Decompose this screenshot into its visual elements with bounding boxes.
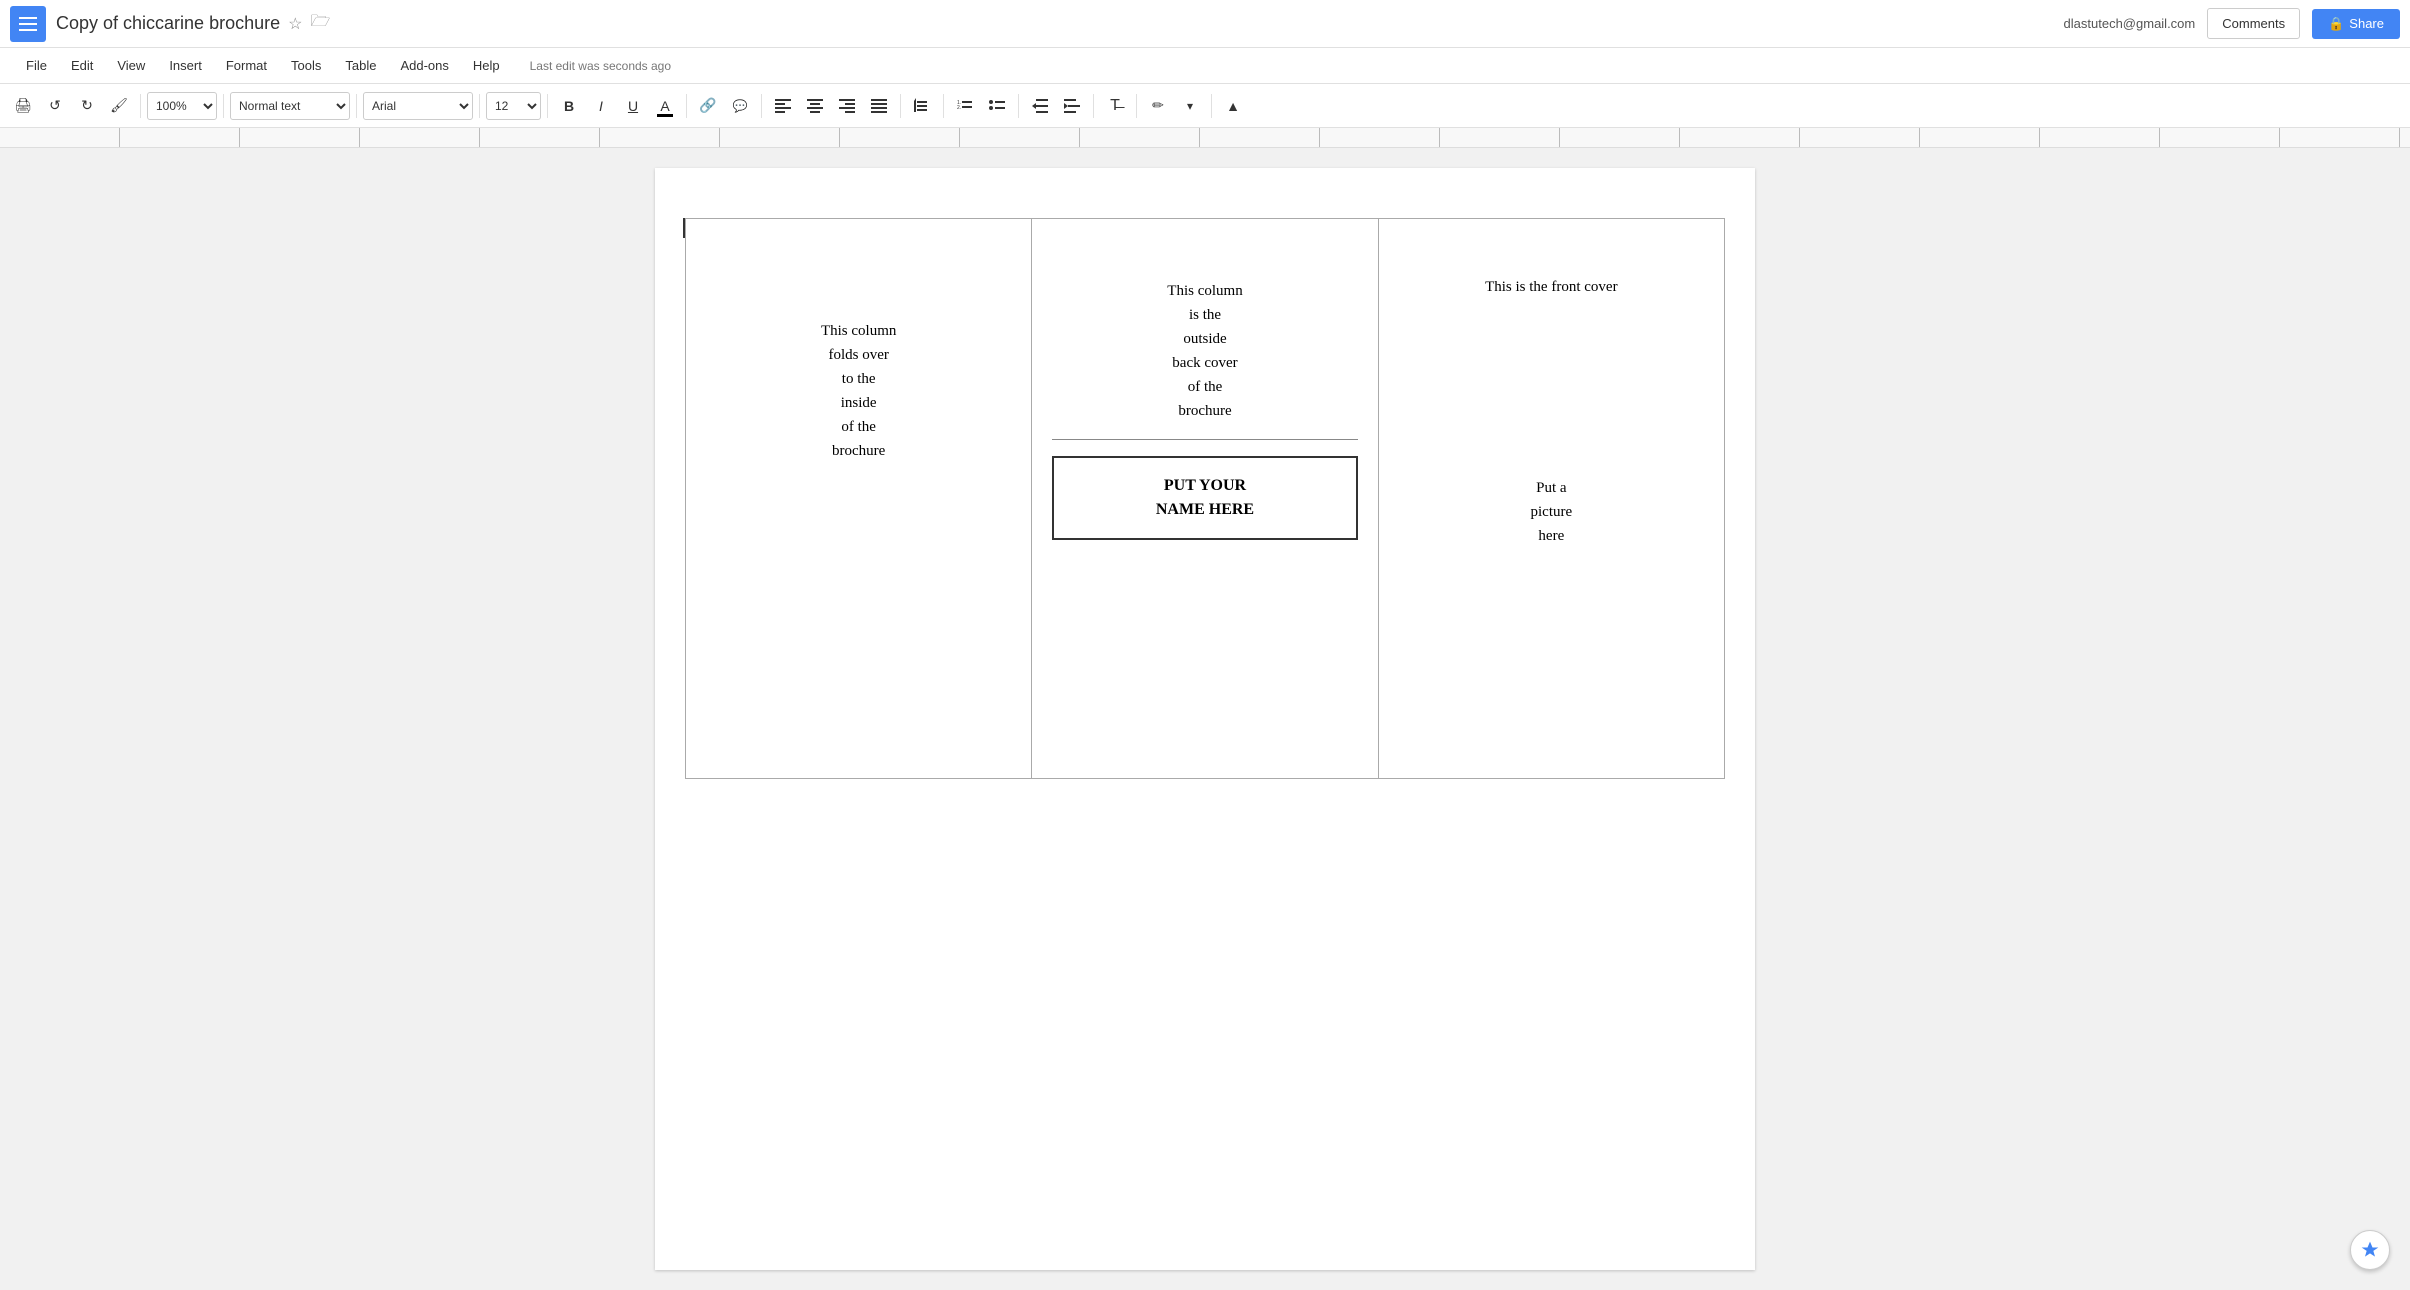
bullet-list-button[interactable] xyxy=(982,91,1012,121)
align-left-button[interactable] xyxy=(768,91,798,121)
ruler-markings xyxy=(0,128,2410,147)
col1-text: This columnfolds overto theinsideof theb… xyxy=(706,319,1011,463)
top-right-area: dlastutech@gmail.com Comments 🔒 Share xyxy=(2064,8,2400,39)
name-box-line1: PUT YOUR xyxy=(1164,477,1246,494)
doc-title-area: Copy of chiccarine brochure ☆ 🗁 xyxy=(56,10,2064,37)
toolbar-divider-6 xyxy=(686,94,687,118)
decrease-indent-button[interactable] xyxy=(1025,91,1055,121)
toolbar-divider-10 xyxy=(1018,94,1019,118)
bold-button[interactable]: B xyxy=(554,91,584,121)
menu-addons[interactable]: Add-ons xyxy=(390,54,458,77)
toolbar-divider-8 xyxy=(900,94,901,118)
top-bar: Copy of chiccarine brochure ☆ 🗁 dlastute… xyxy=(0,0,2410,48)
menu-file[interactable]: File xyxy=(16,54,57,77)
menu-insert[interactable]: Insert xyxy=(159,54,212,77)
brochure-col2[interactable]: This columnis theoutsideback coverof the… xyxy=(1032,219,1378,779)
redo-button[interactable]: ↻ xyxy=(72,91,102,121)
zoom-select[interactable]: 100% 75% 125% 150% xyxy=(147,92,217,120)
undo-button[interactable]: ↺ xyxy=(40,91,70,121)
menu-format[interactable]: Format xyxy=(216,54,277,77)
increase-indent-button[interactable] xyxy=(1057,91,1087,121)
numbered-list-button[interactable]: 1.2. xyxy=(950,91,980,121)
toolbar-divider-13 xyxy=(1211,94,1212,118)
name-box-line2: NAME HERE xyxy=(1156,501,1254,518)
app-menu-button[interactable] xyxy=(10,6,46,42)
underline-button[interactable]: U xyxy=(618,91,648,121)
ruler xyxy=(0,128,2410,148)
doc-title[interactable]: Copy of chiccarine brochure xyxy=(56,13,280,34)
document-area[interactable]: This columnfolds overto theinsideof theb… xyxy=(0,148,2410,1290)
brochure-col1[interactable]: This columnfolds overto theinsideof theb… xyxy=(686,219,1032,779)
svg-text:2.: 2. xyxy=(957,105,961,111)
share-label: Share xyxy=(2349,16,2384,31)
menu-view[interactable]: View xyxy=(107,54,155,77)
toolbar-divider-7 xyxy=(761,94,762,118)
italic-button[interactable]: I xyxy=(586,91,616,121)
brochure-row: This columnfolds overto theinsideof theb… xyxy=(686,219,1725,779)
font-color-indicator xyxy=(657,114,673,117)
col3-picture-text: Put apicturehere xyxy=(1399,476,1704,548)
menu-edit[interactable]: Edit xyxy=(61,54,103,77)
font-color-button[interactable]: A xyxy=(650,91,680,121)
align-justify-button[interactable] xyxy=(864,91,894,121)
menu-tools[interactable]: Tools xyxy=(281,54,331,77)
insert-link-button[interactable]: 🔗 xyxy=(693,91,723,121)
text-style-select[interactable]: Normal text Heading 1 Heading 2 Heading … xyxy=(230,92,350,120)
font-select[interactable]: Arial Times New Roman Georgia Verdana xyxy=(363,92,473,120)
paintformat-button[interactable]: 🖌 xyxy=(104,91,134,121)
document-page: This columnfolds overto theinsideof theb… xyxy=(655,168,1755,1270)
font-color-label: A xyxy=(660,98,669,114)
menu-help[interactable]: Help xyxy=(463,54,510,77)
line-spacing-button[interactable] xyxy=(907,91,937,121)
align-center-button[interactable] xyxy=(800,91,830,121)
toolbar-divider-9 xyxy=(943,94,944,118)
name-box[interactable]: PUT YOUR NAME HERE xyxy=(1052,456,1357,540)
share-lock-icon: 🔒 xyxy=(2328,16,2344,32)
brochure-table: This columnfolds overto theinsideof theb… xyxy=(685,218,1725,779)
last-edit-status: Last edit was seconds ago xyxy=(530,59,671,73)
toolbar-divider-3 xyxy=(356,94,357,118)
clear-formatting-button[interactable]: T̶ xyxy=(1100,91,1130,121)
comments-button[interactable]: Comments xyxy=(2207,8,2300,39)
font-size-select[interactable]: 12 8 10 14 18 24 xyxy=(486,92,541,120)
toolbar-divider-5 xyxy=(547,94,548,118)
share-button[interactable]: 🔒 Share xyxy=(2312,9,2400,39)
pencil-button[interactable]: ✏ xyxy=(1143,91,1173,121)
folder-icon[interactable]: 🗁 xyxy=(310,10,330,37)
collapse-toolbar-button[interactable]: ▲ xyxy=(1218,91,1248,121)
toolbar-divider-11 xyxy=(1093,94,1094,118)
col2-divider xyxy=(1052,439,1357,440)
print-button[interactable]: 🖨 xyxy=(8,91,38,121)
more-tools-button[interactable]: ▾ xyxy=(1175,91,1205,121)
user-email[interactable]: dlastutech@gmail.com xyxy=(2064,16,2196,31)
toolbar-divider-1 xyxy=(140,94,141,118)
toolbar-divider-4 xyxy=(479,94,480,118)
smart-compose-button[interactable] xyxy=(2350,1230,2390,1270)
menu-bar: File Edit View Insert Format Tools Table… xyxy=(0,48,2410,84)
star-icon[interactable]: ☆ xyxy=(288,14,302,34)
col2-top-text: This columnis theoutsideback coverof the… xyxy=(1052,279,1357,423)
align-right-button[interactable] xyxy=(832,91,862,121)
text-cursor xyxy=(683,218,685,238)
toolbar: 🖨 ↺ ↻ 🖌 100% 75% 125% 150% Normal text H… xyxy=(0,84,2410,128)
brochure-col3[interactable]: This is the front cover Put apicturehere xyxy=(1378,219,1724,779)
menu-table[interactable]: Table xyxy=(335,54,386,77)
toolbar-divider-2 xyxy=(223,94,224,118)
insert-comment-button[interactable]: 💬 xyxy=(725,91,755,121)
toolbar-divider-12 xyxy=(1136,94,1137,118)
col3-top-text: This is the front cover xyxy=(1399,279,1704,296)
